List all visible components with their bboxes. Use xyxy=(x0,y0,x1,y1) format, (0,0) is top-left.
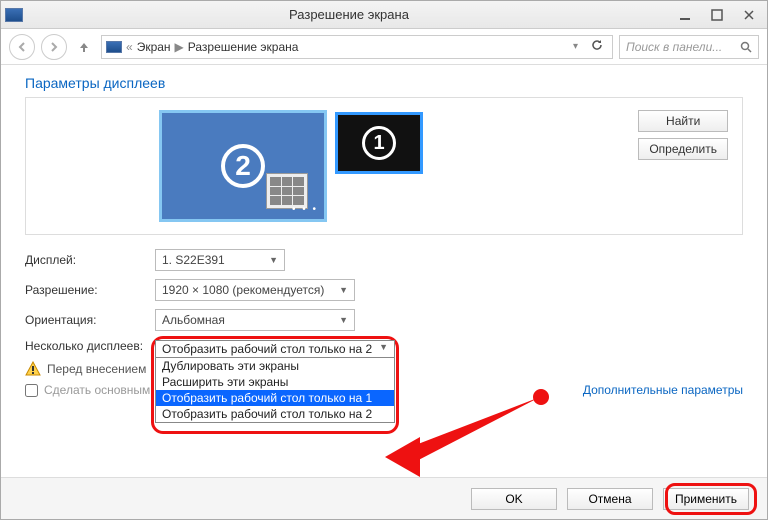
window-title: Разрешение экрана xyxy=(31,7,667,22)
breadcrumb-dropdown-icon[interactable]: ▾ xyxy=(569,41,582,52)
dropdown-selected[interactable]: Отобразить рабочий стол только на 2▼ xyxy=(156,341,394,358)
chevron-down-icon: ▼ xyxy=(269,255,278,265)
forward-button[interactable] xyxy=(41,34,67,60)
bottom-button-bar: OK Отмена Применить xyxy=(1,477,767,519)
dropdown-option-highlighted[interactable]: Отобразить рабочий стол только на 1 xyxy=(156,390,394,406)
chevron-down-icon: ▼ xyxy=(339,285,348,295)
display-value: 1. S22E391 xyxy=(162,253,225,267)
warning-icon xyxy=(25,361,41,377)
dropdown-option[interactable]: Отобразить рабочий стол только на 2 xyxy=(156,406,394,422)
multi-display-label: Несколько дисплеев: xyxy=(25,339,155,353)
minimize-button[interactable] xyxy=(671,5,699,25)
navbar: « Экран ▶ Разрешение экрана ▾ Поиск в па… xyxy=(1,29,767,65)
breadcrumb-item-1[interactable]: Экран xyxy=(137,40,171,54)
titlebar: Разрешение экрана xyxy=(1,1,767,29)
monitor-2-preview[interactable]: 2 • • • xyxy=(159,110,327,222)
monitor-icon xyxy=(106,41,122,53)
resolution-label: Разрешение: xyxy=(25,283,155,297)
advanced-settings-link[interactable]: Дополнительные параметры xyxy=(583,383,743,397)
breadcrumb-sep: « xyxy=(126,40,133,54)
make-primary-checkbox[interactable] xyxy=(25,384,38,397)
apply-button[interactable]: Применить xyxy=(663,488,749,510)
maximize-button[interactable] xyxy=(703,5,731,25)
orientation-label: Ориентация: xyxy=(25,313,155,327)
cancel-button[interactable]: Отмена xyxy=(567,488,653,510)
content-area: Параметры дисплеев 2 • • • 1 Найти Опред… xyxy=(1,65,767,407)
search-placeholder: Поиск в панели... xyxy=(626,40,722,54)
orientation-select[interactable]: Альбомная ▼ xyxy=(155,309,355,331)
identify-button[interactable]: Определить xyxy=(638,138,728,160)
display-select[interactable]: 1. S22E391 ▼ xyxy=(155,249,285,271)
up-button[interactable] xyxy=(73,36,95,58)
back-button[interactable] xyxy=(9,34,35,60)
page-heading: Параметры дисплеев xyxy=(25,75,743,91)
app-icon xyxy=(5,8,23,22)
monitor-1-preview[interactable]: 1 xyxy=(335,112,423,174)
make-primary-label: Сделать основным xyxy=(44,383,150,397)
breadcrumb-bar[interactable]: « Экран ▶ Разрешение экрана ▾ xyxy=(101,35,613,59)
search-input[interactable]: Поиск в панели... xyxy=(619,35,759,59)
display-arrangement-panel: 2 • • • 1 Найти Определить xyxy=(25,97,743,235)
multi-display-dropdown[interactable]: Отобразить рабочий стол только на 2▼ Дуб… xyxy=(155,340,395,423)
search-icon xyxy=(740,41,752,53)
refresh-icon[interactable] xyxy=(586,38,608,55)
monitor-1-number: 1 xyxy=(362,126,396,160)
resolution-select[interactable]: 1920 × 1080 (рекомендуется) ▼ xyxy=(155,279,355,301)
monitor-dots: • • • xyxy=(292,204,318,215)
breadcrumb-arrow: ▶ xyxy=(175,40,184,54)
dropdown-option[interactable]: Дублировать эти экраны xyxy=(156,358,394,374)
close-button[interactable] xyxy=(735,5,763,25)
orientation-value: Альбомная xyxy=(162,313,225,327)
find-button[interactable]: Найти xyxy=(638,110,728,132)
resolution-value: 1920 × 1080 (рекомендуется) xyxy=(162,283,324,297)
multi-display-row: Несколько дисплеев: Отобразить рабочий с… xyxy=(25,339,743,353)
notice-text: Перед внесением xyxy=(47,362,146,376)
ok-button[interactable]: OK xyxy=(471,488,557,510)
dropdown-option[interactable]: Расширить эти экраны xyxy=(156,374,394,390)
display-label: Дисплей: xyxy=(25,253,155,267)
chevron-down-icon: ▼ xyxy=(339,315,348,325)
breadcrumb-item-2[interactable]: Разрешение экрана xyxy=(188,40,299,54)
monitor-2-number: 2 xyxy=(221,144,265,188)
